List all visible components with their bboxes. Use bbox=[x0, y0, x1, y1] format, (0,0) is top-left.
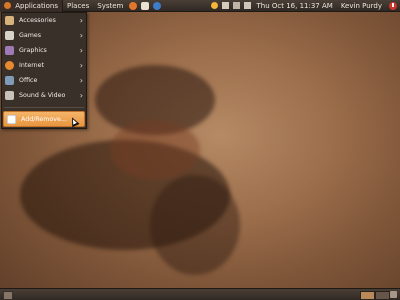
menu-separator bbox=[4, 107, 84, 108]
graphics-icon bbox=[5, 46, 14, 55]
menu-item-label: Graphics bbox=[19, 47, 47, 54]
menu-item-accessories[interactable]: Accessories › bbox=[2, 13, 86, 28]
show-desktop-icon[interactable] bbox=[3, 291, 13, 300]
user-switcher[interactable]: Kevin Purdy bbox=[337, 2, 386, 10]
menu-item-label: Games bbox=[19, 32, 42, 39]
places-menu-button[interactable]: Places bbox=[63, 0, 93, 12]
sound-video-icon bbox=[5, 91, 14, 100]
workspace-1[interactable] bbox=[360, 291, 375, 300]
chevron-right-icon: › bbox=[79, 46, 83, 55]
workspace-2[interactable] bbox=[375, 291, 390, 300]
menu-item-label: Sound & Video bbox=[19, 92, 66, 99]
office-icon bbox=[5, 76, 14, 85]
menu-item-label: Office bbox=[19, 77, 38, 84]
menu-item-internet[interactable]: Internet › bbox=[2, 58, 86, 73]
mail-launcher-icon[interactable] bbox=[141, 1, 150, 10]
chevron-right-icon: › bbox=[79, 91, 83, 100]
bottom-panel bbox=[0, 288, 400, 300]
top-panel: Applications Places System Thu Oct 16, 1… bbox=[0, 0, 400, 12]
system-menu-button[interactable]: System bbox=[93, 0, 127, 12]
chevron-right-icon: › bbox=[79, 76, 83, 85]
chevron-right-icon: › bbox=[79, 16, 83, 25]
menu-item-games[interactable]: Games › bbox=[2, 28, 86, 43]
accessories-icon bbox=[5, 16, 14, 25]
wallpaper-blot bbox=[110, 120, 200, 180]
volume-icon[interactable] bbox=[243, 2, 251, 9]
menu-item-sound-video[interactable]: Sound & Video › bbox=[2, 88, 86, 103]
clock[interactable]: Thu Oct 16, 11:37 AM bbox=[253, 2, 337, 10]
internet-icon bbox=[5, 61, 14, 70]
applications-menu-button[interactable]: Applications bbox=[0, 0, 63, 12]
menu-item-office[interactable]: Office › bbox=[2, 73, 86, 88]
menu-item-graphics[interactable]: Graphics › bbox=[2, 43, 86, 58]
firefox-launcher-icon[interactable] bbox=[129, 1, 138, 10]
chevron-right-icon: › bbox=[79, 31, 83, 40]
applications-label: Applications bbox=[15, 1, 58, 10]
trash-icon[interactable] bbox=[390, 291, 397, 298]
ubuntu-logo-icon bbox=[4, 2, 11, 9]
applications-dropdown: Accessories › Games › Graphics › Interne… bbox=[1, 12, 87, 129]
panel-right-area: Thu Oct 16, 11:37 AM Kevin Purdy bbox=[209, 0, 400, 12]
add-remove-icon bbox=[7, 114, 16, 124]
network-icon[interactable] bbox=[232, 2, 240, 9]
wallpaper-blot bbox=[150, 175, 240, 275]
chevron-right-icon: › bbox=[79, 61, 83, 70]
games-icon bbox=[5, 31, 14, 40]
menu-item-label: Internet bbox=[19, 62, 45, 69]
help-launcher-icon[interactable] bbox=[153, 1, 162, 10]
update-notifier-icon[interactable] bbox=[210, 2, 218, 9]
power-icon[interactable] bbox=[389, 1, 397, 10]
mail-indicator-icon[interactable] bbox=[221, 2, 229, 9]
menu-item-label: Accessories bbox=[19, 17, 56, 24]
